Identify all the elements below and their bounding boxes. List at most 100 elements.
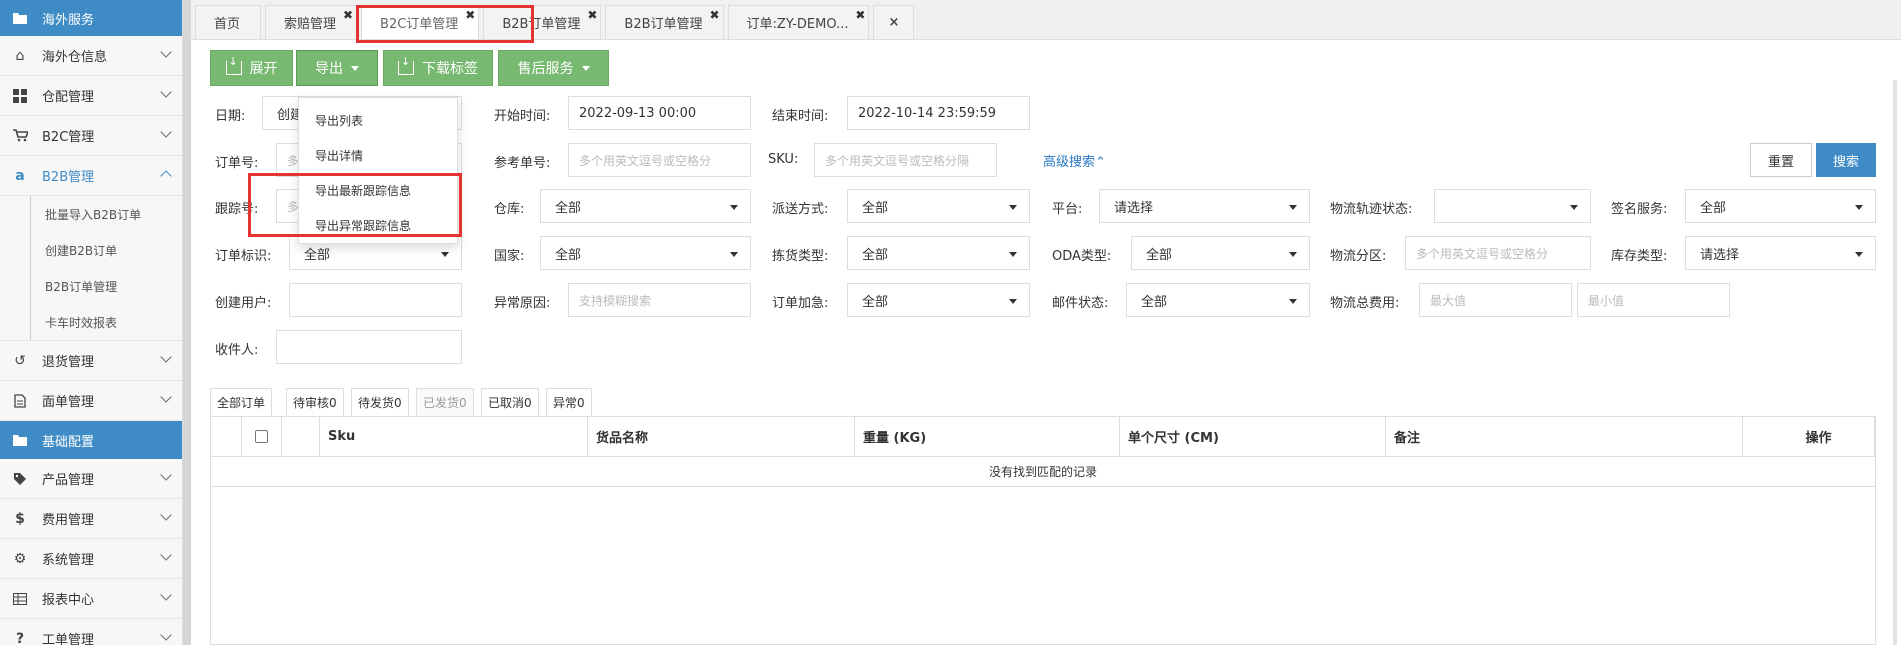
sidebar-item-label: 费用管理	[42, 513, 95, 528]
mail-status-select[interactable]: 全部	[1126, 283, 1310, 317]
tab-label: B2B订单管理	[624, 17, 703, 32]
tab-b2b-orders[interactable]: B2B订单管理 ✖	[483, 5, 602, 39]
search-button[interactable]: 搜索	[1816, 143, 1876, 177]
sidebar-section-basic-config[interactable]: 基础配置	[0, 421, 182, 459]
order-flag-value: 全部	[304, 247, 331, 263]
after-sales-button[interactable]: 售后服务	[498, 50, 609, 86]
sidebar-item-label: 仓配管理	[42, 90, 95, 105]
chevron-down-icon	[160, 509, 172, 521]
sidebar-item-b2b[interactable]: a B2B管理	[0, 156, 182, 196]
status-tab-pending-shipment[interactable]: 待发货0	[351, 388, 409, 416]
chevron-down-icon	[160, 46, 172, 58]
col-checkbox	[242, 417, 282, 457]
close-icon[interactable]: ✖	[587, 8, 597, 22]
download-label-button[interactable]: 下载标签	[383, 50, 493, 86]
export-dropdown-menu: 导出列表 导出详情 导出最新跟踪信息 导出异常跟踪信息	[298, 97, 458, 244]
sidebar-section-overseas[interactable]: 海外服务	[0, 0, 182, 36]
sidebar-splitter[interactable]	[183, 0, 191, 645]
col-spacer	[211, 417, 242, 457]
col-product-name: 货品名称	[588, 417, 855, 457]
close-icon[interactable]: ✖	[855, 8, 865, 22]
sidebar-item-products[interactable]: 产品管理	[0, 459, 182, 499]
exception-reason-input[interactable]: 支持模糊搜索	[568, 283, 751, 317]
delivery-method-select[interactable]: 全部	[847, 189, 1030, 223]
oda-type-select[interactable]: 全部	[1131, 236, 1310, 270]
urgent-select[interactable]: 全部	[847, 283, 1030, 317]
sidebar-item-tickets[interactable]: ? 工单管理	[0, 619, 182, 645]
signature-service-select[interactable]: 全部	[1685, 189, 1876, 223]
folder-icon	[12, 12, 28, 24]
start-time-input[interactable]: 2022-09-13 00:00	[568, 96, 751, 130]
advanced-search-link[interactable]: 高级搜索⌃	[1043, 151, 1106, 170]
menu-item-export-latest-tracking[interactable]: 导出最新跟踪信息	[299, 174, 457, 209]
end-time-input[interactable]: 2022-10-14 23:59:59	[847, 96, 1030, 130]
recipient-label: 收件人:	[215, 343, 259, 358]
sidebar-item-distribution[interactable]: 仓配管理	[0, 76, 182, 116]
sidebar-subitem-create-order[interactable]: 创建B2B订单	[30, 232, 182, 268]
zone-placeholder: 多个用英文逗号或空格分	[1416, 246, 1549, 261]
sidebar-item-warehouse-info[interactable]: ⌂ 海外仓信息	[0, 36, 182, 76]
pick-type-select[interactable]: 全部	[847, 236, 1030, 270]
vertical-scrollbar[interactable]	[1893, 80, 1897, 645]
signature-service-value: 全部	[1700, 200, 1727, 216]
download-label-text: 下载标签	[422, 61, 478, 77]
chevron-down-icon	[160, 126, 172, 138]
platform-select[interactable]: 请选择	[1099, 189, 1310, 223]
country-select[interactable]: 全部	[540, 236, 751, 270]
sku-placeholder: 多个用英文逗号或空格分隔	[825, 153, 970, 168]
menu-item-export-details[interactable]: 导出详情	[299, 139, 457, 174]
expand-icon	[225, 55, 242, 75]
status-tab-pending-review[interactable]: 待审核0	[286, 388, 344, 416]
sidebar-item-label: 海外仓信息	[42, 50, 108, 65]
tab-b2c-orders[interactable]: B2C订单管理 ✖	[361, 5, 480, 39]
recipient-input[interactable]	[276, 330, 462, 364]
tab-b2b-orders-2[interactable]: B2B订单管理 ✖	[605, 5, 724, 39]
sidebar-item-label: 工单管理	[42, 633, 95, 645]
tab-order-detail[interactable]: 订单:ZY-DEMO... ✖	[727, 5, 870, 39]
ref-no-placeholder: 多个用英文逗号或空格分	[579, 153, 712, 168]
stock-type-select[interactable]: 请选择	[1685, 236, 1876, 270]
fee-max-placeholder: 最大值	[1430, 293, 1467, 308]
sidebar-subitem-truck-report[interactable]: 卡车时效报表	[30, 304, 182, 340]
zone-input[interactable]: 多个用英文逗号或空格分	[1405, 236, 1591, 270]
mail-status-label: 邮件状态:	[1052, 296, 1109, 311]
status-tab-shipped[interactable]: 已发货0	[416, 388, 474, 416]
creator-input[interactable]	[289, 283, 462, 317]
cart-icon	[12, 129, 28, 142]
close-icon[interactable]: ✖	[465, 8, 475, 22]
creator-label: 创建用户:	[215, 296, 272, 311]
sidebar-item-reports[interactable]: 报表中心	[0, 579, 182, 619]
fee-min-input[interactable]: 最小值	[1577, 283, 1730, 317]
select-all-checkbox[interactable]	[255, 430, 268, 443]
sidebar-item-returns[interactable]: ↺ 退货管理	[0, 341, 182, 381]
chevron-down-icon	[160, 469, 172, 481]
tracking-status-select[interactable]	[1434, 189, 1591, 223]
warehouse-select[interactable]: 全部	[540, 189, 751, 223]
reset-button[interactable]: 重置	[1750, 143, 1812, 177]
exception-reason-label: 异常原因:	[494, 296, 551, 311]
menu-item-export-exception-tracking[interactable]: 导出异常跟踪信息	[299, 209, 457, 244]
sidebar-item-labels[interactable]: 面单管理	[0, 381, 182, 421]
close-icon[interactable]: ✖	[709, 8, 719, 22]
close-icon[interactable]: ✖	[343, 8, 353, 22]
sidebar-item-system[interactable]: ⚙ 系统管理	[0, 539, 182, 579]
export-button[interactable]: 导出	[296, 50, 378, 86]
ref-no-input[interactable]: 多个用英文逗号或空格分	[568, 143, 751, 177]
tab-claims[interactable]: 索赔管理 ✖	[265, 5, 358, 39]
sidebar-item-b2c[interactable]: B2C管理	[0, 116, 182, 156]
sidebar-submenu-b2b: 批量导入B2B订单 创建B2B订单 B2B订单管理 卡车时效报表	[0, 196, 182, 341]
expand-button[interactable]: 展开	[210, 50, 293, 86]
status-tab-all[interactable]: 全部订单	[210, 388, 273, 416]
col-blank	[282, 417, 320, 457]
fee-max-input[interactable]: 最大值	[1419, 283, 1572, 317]
menu-item-export-list[interactable]: 导出列表	[299, 104, 457, 139]
end-time-value: 2022-10-14 23:59:59	[858, 105, 997, 121]
status-tab-exception[interactable]: 异常0	[546, 388, 592, 416]
sidebar-subitem-batch-import[interactable]: 批量导入B2B订单	[30, 196, 182, 232]
tab-home[interactable]: 首页	[195, 5, 262, 39]
sidebar-subitem-order-management[interactable]: B2B订单管理	[30, 268, 182, 304]
sku-input[interactable]: 多个用英文逗号或空格分隔	[814, 143, 997, 177]
sidebar-item-fees[interactable]: $ 费用管理	[0, 499, 182, 539]
close-all-tabs-button[interactable]: ×	[873, 5, 915, 39]
status-tab-cancelled[interactable]: 已取消0	[481, 388, 539, 416]
